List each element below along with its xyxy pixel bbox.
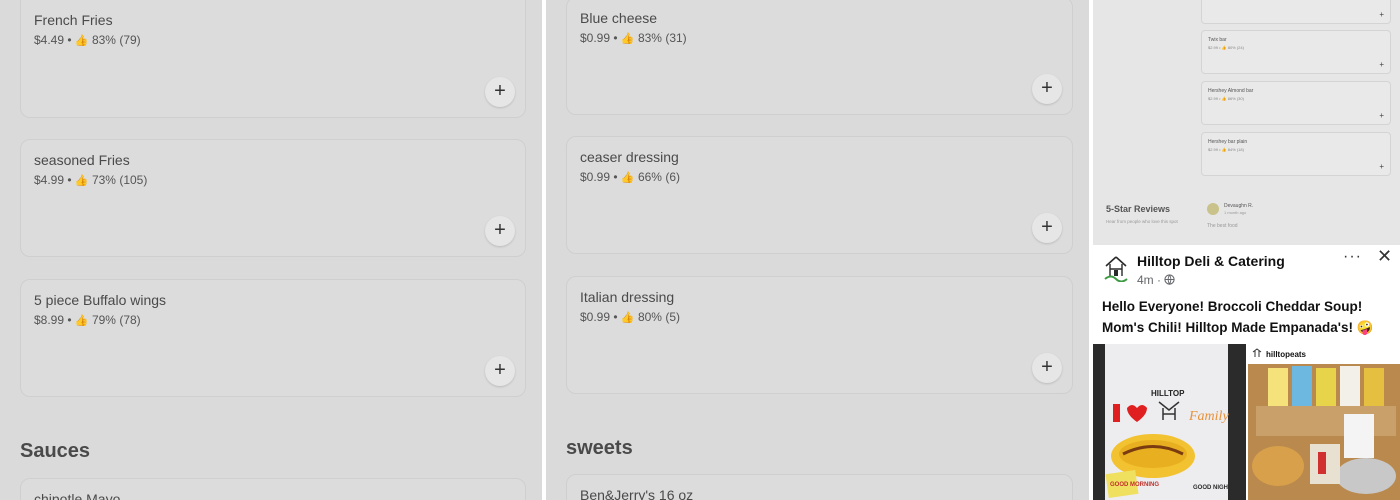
menu-panel-left: French Fries $4.49 • 👍 83% (79) + season… [0,0,542,500]
more-options-icon[interactable]: ··· [1343,248,1362,266]
post-image-counter[interactable]: hilltopeats [1248,344,1400,500]
item-meta: $8.99 • 👍 79% (78) [34,313,141,327]
post-time: 4m · [1137,273,1175,287]
item-meta: $0.99 • 👍 66% (6) [580,170,680,184]
menu-screenshot-small: + Twix bar $2.99 • 👍 80% (24) + Hershey … [1093,0,1400,245]
item-meta: $2.99 • 👍 84% (18) [1208,147,1244,152]
thumbs-up-icon: 👍 [74,315,89,327]
item-meta: $2.99 • 👍 80% (24) [1208,45,1244,50]
add-item-button[interactable]: + [1032,74,1062,104]
menu-item-card[interactable]: ceaser dressing $0.99 • 👍 66% (6) + [566,136,1073,254]
reviews-subtitle: Hear from people who love this spot [1106,219,1178,224]
svg-text:Family: Family [1188,409,1229,424]
item-name: seasoned Fries [34,152,130,168]
item-name: ceaser dressing [580,149,679,165]
mini-menu-card[interactable]: Hershey bar plain $2.99 • 👍 84% (18) + [1201,132,1391,176]
cover-good-morning-text: GOOD MORNING [1110,482,1159,488]
item-name: 5 piece Buffalo wings [34,292,167,308]
cover-good-night-text: GOOD NIGHT [1193,485,1232,491]
facebook-post: Hilltop Deli & Catering 4m · ··· ✕ Hello… [1093,246,1400,500]
menu-panel-middle: Blue cheese $0.99 • 👍 83% (31) + ceaser … [546,0,1089,500]
item-name: French Fries [34,12,113,28]
item-meta: $0.99 • 👍 83% (31) [580,31,687,45]
globe-icon [1164,274,1175,285]
item-name: Italian dressing [580,289,675,305]
close-icon[interactable]: ✕ [1377,246,1392,267]
instagram-account: hilltopeats [1266,350,1307,359]
mini-menu-card[interactable]: Hershey Almond bar $2.99 • 👍 86% (30) + [1201,81,1391,125]
menu-item-card[interactable]: Italian dressing $0.99 • 👍 80% (5) + [566,276,1073,394]
add-item-button[interactable]: + [485,356,515,386]
section-title: Sauces [20,440,91,462]
mini-menu-card[interactable]: Twix bar $2.99 • 👍 80% (24) + [1201,30,1391,74]
thumbs-up-icon: 👍 [74,35,89,47]
menu-item-card[interactable]: Blue cheese $0.99 • 👍 83% (31) + [566,0,1073,115]
hilltop-logo-icon[interactable] [1102,254,1130,282]
thumbs-up-icon: 👍 [620,172,635,184]
menu-item-card[interactable]: chipotle Mayo [20,478,526,500]
thumbs-up-icon: 👍 [620,312,635,324]
item-name: Ben&Jerry's 16 oz [580,487,694,500]
item-meta: $0.99 • 👍 80% (5) [580,310,680,324]
reviewer-name: Devaughn R. [1224,203,1254,209]
item-name: Hershey bar plain [1208,139,1248,145]
add-item-button[interactable]: + [1379,60,1384,69]
thumbs-up-icon: 👍 [74,175,89,187]
add-item-button[interactable]: + [1032,353,1062,383]
reviews-title: 5-Star Reviews [1106,204,1171,214]
item-name: Twix bar [1208,37,1227,43]
add-item-button[interactable]: + [1379,111,1384,120]
right-panel: + Twix bar $2.99 • 👍 80% (24) + Hershey … [1093,0,1400,500]
page-name[interactable]: Hilltop Deli & Catering [1137,253,1285,269]
counter-photo: hilltopeats [1248,344,1400,500]
post-text: Hello Everyone! Broccoli Cheddar Soup! M… [1102,299,1374,335]
add-item-button[interactable]: + [485,216,515,246]
add-item-button[interactable]: + [1379,162,1384,171]
review-time: 1 month ago [1224,210,1247,215]
add-item-button[interactable]: + [1379,10,1384,19]
item-name: chipotle Mayo [34,491,121,500]
post-image-menu-cover[interactable]: HILLTOP Family GOOD MORNING GOOD NIGHT [1093,344,1246,500]
review-text: The best food [1207,223,1238,229]
item-meta: $2.99 • 👍 86% (30) [1208,96,1244,101]
item-meta: $4.49 • 👍 83% (79) [34,33,141,47]
add-item-button[interactable]: + [485,77,515,107]
menu-item-card[interactable]: French Fries $4.49 • 👍 83% (79) + [20,0,526,118]
thumbs-up-icon: 👍 [620,33,635,45]
menu-item-card[interactable]: seasoned Fries $4.99 • 👍 73% (105) + [20,139,526,257]
menu-item-card[interactable]: Ben&Jerry's 16 oz [566,474,1073,500]
add-item-button[interactable]: + [1032,213,1062,243]
menu-item-card[interactable]: 5 piece Buffalo wings $8.99 • 👍 79% (78)… [20,279,526,397]
mini-menu-card[interactable]: + [1201,0,1391,24]
avatar [1207,203,1219,215]
section-title: sweets [566,437,633,459]
menu-cover-illustration: HILLTOP Family GOOD MORNING GOOD NIGHT [1093,344,1246,500]
item-meta: $4.99 • 👍 73% (105) [34,173,148,187]
cover-brand-text: HILLTOP [1151,389,1185,398]
item-name: Blue cheese [580,10,658,26]
item-name: Hershey Almond bar [1208,88,1254,94]
